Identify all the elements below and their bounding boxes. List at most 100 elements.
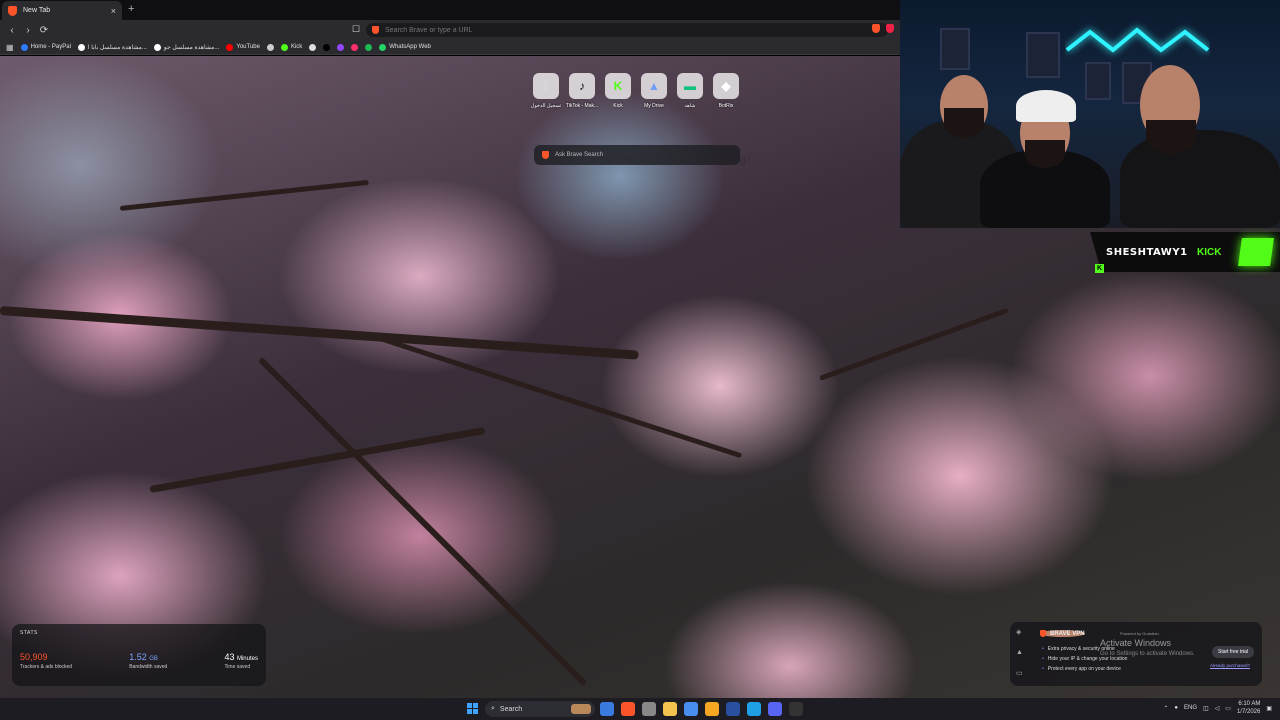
bookmark-favicon-icon [379,43,387,51]
follow-alert-text: rahdahaa is now following! [600,153,752,166]
top-site-icon: ◆ [713,73,739,99]
streamer-cap [1016,90,1076,122]
top-site-icon: K [605,73,631,99]
bookmark-item[interactable]: YouTube [226,43,260,51]
streamer-right-beard [1146,120,1196,154]
bookmark-label: YouTube [236,44,260,50]
copilot-icon[interactable] [600,702,614,716]
bookmark-item[interactable] [323,43,331,51]
address-bar[interactable] [366,23,888,37]
microphone-icon[interactable]: ● [1174,705,1178,711]
bookmark-label: WhatsApp Web [389,44,431,50]
app-icon[interactable] [684,702,698,716]
top-site-icon: ♪ [569,73,595,99]
top-sites: ⇩ تسجيل الدخول ♪ TikTok - Mak... K Kick ▲ My Dr… [530,73,740,109]
bookmark-item[interactable] [309,43,317,51]
already-purchased-link[interactable]: Already purchased? [1210,663,1250,668]
network-icon[interactable]: ◫ [1203,705,1209,712]
bookmark-favicon-icon [365,43,373,51]
start-button-icon[interactable] [467,703,478,714]
tab-new-tab[interactable]: New Tab × [2,1,122,20]
top-site-name: TikTok - Mak... [565,103,599,109]
brave-shield-icon[interactable] [372,26,379,34]
bookmark-item[interactable]: مشاهدة مسلسل بابا ا... [77,43,147,51]
vpn-feature: Protect every app on your device [1042,664,1127,674]
bookmark-label: Home - PayPal [30,44,71,50]
time-unit: Minutes [236,656,258,662]
extension-icons [872,24,894,33]
top-site-tile[interactable]: ▬ شاهد [676,73,704,109]
app-icon[interactable] [642,702,656,716]
forward-button[interactable]: › [20,25,36,36]
bookmark-item[interactable]: مشاهدة مسلسل جو... [153,43,220,51]
stream-name-overlay: SHESHTAWY1 KICK K [1090,228,1280,280]
kick-icon: K [1095,264,1104,273]
tab-strip: New Tab × + [0,0,900,20]
top-site-tile[interactable]: K Kick [604,73,632,109]
back-button[interactable]: ‹ [4,25,20,36]
edge-icon[interactable] [747,702,761,716]
shield-icon[interactable]: ◈ [1016,628,1026,636]
clock[interactable]: 6:10 AM 1/7/2026 [1237,700,1260,716]
chevron-up-icon[interactable]: ⌃ [1163,705,1168,712]
taskbar-search[interactable]: ⌕ Search [485,701,595,717]
rewards-icon[interactable] [886,24,894,33]
bookmark-item[interactable] [266,43,274,51]
bandwidth-value: 1.52 [129,652,147,662]
reload-button[interactable]: ⟳ [36,25,52,36]
trackers-stat: 50,909 Trackers & ads blocked [20,652,72,670]
bookmark-item[interactable]: Kick [280,43,302,51]
card-icon[interactable]: ▭ [1016,669,1026,677]
stats-widget: STATS 50,909 Trackers & ads blocked 1.52… [12,624,266,686]
top-site-icon: ⇩ [533,73,559,99]
discord-icon[interactable] [768,702,782,716]
notification-icon[interactable]: ▣ [1266,705,1272,712]
wallpaper-branch [0,306,639,360]
new-tab-button[interactable]: + [128,3,134,15]
brave-shields-icon[interactable] [872,24,880,33]
bookmark-favicon-icon [153,43,161,51]
bookmark-label: مشاهدة مسلسل جو... [163,44,220,51]
top-site-tile[interactable]: ▲ My Drive [640,73,668,109]
language-indicator[interactable]: ENG [1184,705,1197,711]
screen: New Tab × + ‹ › ⟳ ☐ ▦ Home - PayPal مشاهد… [0,0,1280,720]
brave-taskbar-icon[interactable] [621,702,635,716]
search-highlight-image [571,704,591,714]
top-site-tile[interactable]: ♪ TikTok - Mak... [565,73,599,109]
file-explorer-icon[interactable] [663,702,677,716]
bandwidth-unit: GB [149,656,158,662]
bookmark-item[interactable]: WhatsApp Web [379,43,431,51]
bookmark-label: مشاهدة مسلسل بابا ا... [87,44,147,51]
steam-icon[interactable] [726,702,740,716]
warning-icon[interactable]: ▲ [1016,649,1026,656]
wallpaper-branch [119,179,369,211]
time-stat: 43 Minutes Time saved [224,652,258,670]
close-tab-icon[interactable]: × [111,6,116,16]
neon-sign [1065,27,1210,53]
bookmark-item[interactable] [337,43,345,51]
top-site-name: تسجيل الدخول [530,103,562,109]
bookmark-favicon-icon [77,43,85,51]
top-site-name: My Drive [644,103,664,109]
bandwidth-stat: 1.52 GB Bandwidth saved [129,652,167,670]
top-site-tile[interactable]: ⇩ تسجيل الدخول [530,73,562,109]
bookmark-favicon-icon [266,43,274,51]
battery-icon[interactable]: ▭ [1225,705,1231,712]
streamer-right [1120,130,1280,228]
top-site-tile[interactable]: ◆ BotRix [712,73,740,109]
bookmark-favicon-icon [226,43,234,51]
bookmark-item[interactable] [365,43,373,51]
taskbar-search-label: Search [499,705,523,713]
start-trial-button[interactable]: Start free trial [1211,646,1254,658]
bookmark-item[interactable]: Home - PayPal [20,43,71,51]
obs-icon[interactable] [789,702,803,716]
volume-icon[interactable]: ◁ [1215,705,1220,712]
bookmark-favicon-icon [280,43,288,51]
app-icon[interactable] [705,702,719,716]
activate-windows-watermark: Activate Windows [1100,638,1172,648]
bookmark-item[interactable] [351,43,359,51]
top-site-icon: ▬ [677,73,703,99]
apps-grid-icon[interactable]: ▦ [6,43,14,52]
url-input[interactable] [385,26,888,34]
bookmark-icon[interactable]: ☐ [352,24,360,35]
